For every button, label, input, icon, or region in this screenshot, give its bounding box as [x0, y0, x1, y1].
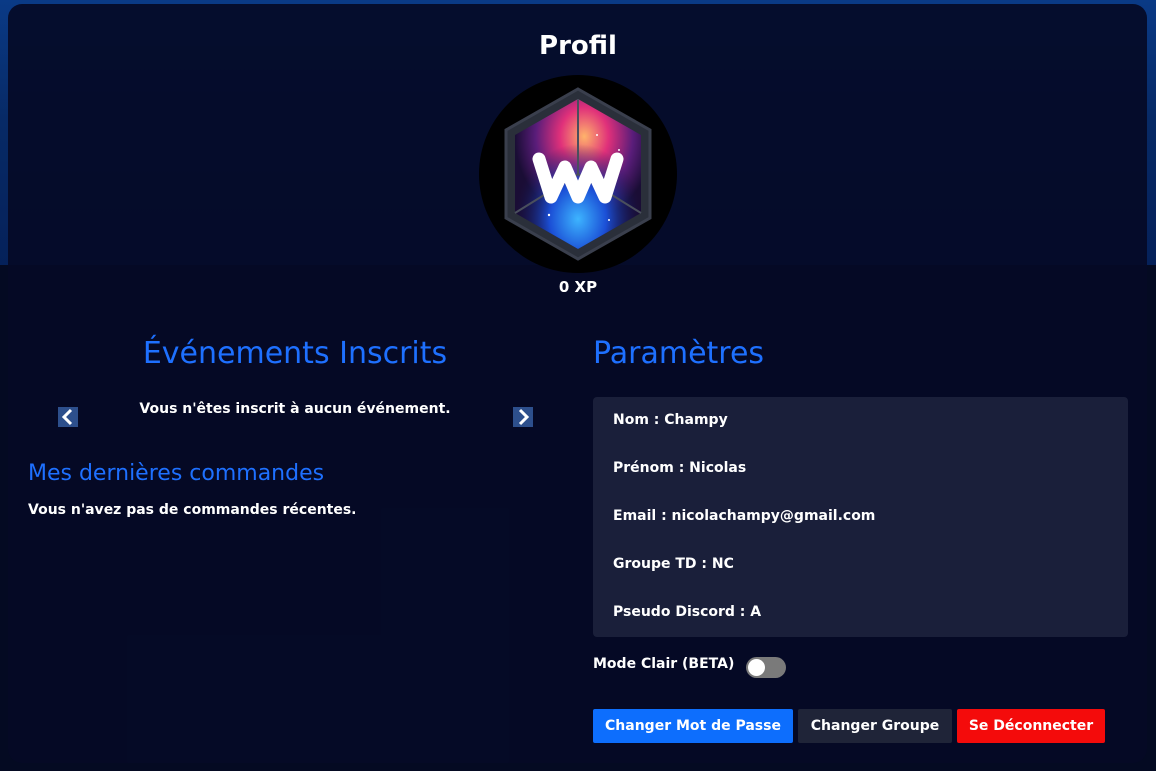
chevron-left-icon [61, 408, 73, 426]
events-empty-message: Vous n'êtes inscrit à aucun événement. [139, 401, 451, 417]
chevron-right-icon [518, 408, 530, 426]
settings-panel: Nom : Champy Prénom : Nicolas Email : ni… [593, 397, 1128, 637]
change-password-button[interactable]: Changer Mot de Passe [593, 709, 793, 743]
settings-field-email: Email : nicolachampy@gmail.com [613, 508, 876, 524]
events-title: Événements Inscrits [142, 336, 448, 371]
light-mode-toggle[interactable] [746, 657, 786, 678]
events-next-button[interactable] [513, 407, 533, 427]
settings-field-nom: Nom : Champy [613, 412, 728, 428]
ww-logo-icon [504, 87, 652, 261]
page-title: Profil [539, 31, 617, 61]
xp-counter: 0 XP [558, 278, 598, 296]
orders-empty-message: Vous n'avez pas de commandes récentes. [28, 502, 357, 518]
settings-field-discord: Pseudo Discord : A [613, 604, 762, 620]
change-group-button[interactable]: Changer Groupe [798, 709, 952, 743]
toggle-knob [748, 659, 765, 676]
logout-button[interactable]: Se Déconnecter [957, 709, 1105, 743]
events-prev-button[interactable] [58, 407, 78, 427]
light-mode-label: Mode Clair (BETA) [593, 656, 735, 672]
settings-field-groupe: Groupe TD : NC [613, 556, 734, 572]
orders-title: Mes dernières commandes [28, 461, 325, 486]
settings-field-prenom: Prénom : Nicolas [613, 460, 747, 476]
settings-title: Paramètres [593, 336, 765, 371]
avatar [479, 75, 677, 273]
